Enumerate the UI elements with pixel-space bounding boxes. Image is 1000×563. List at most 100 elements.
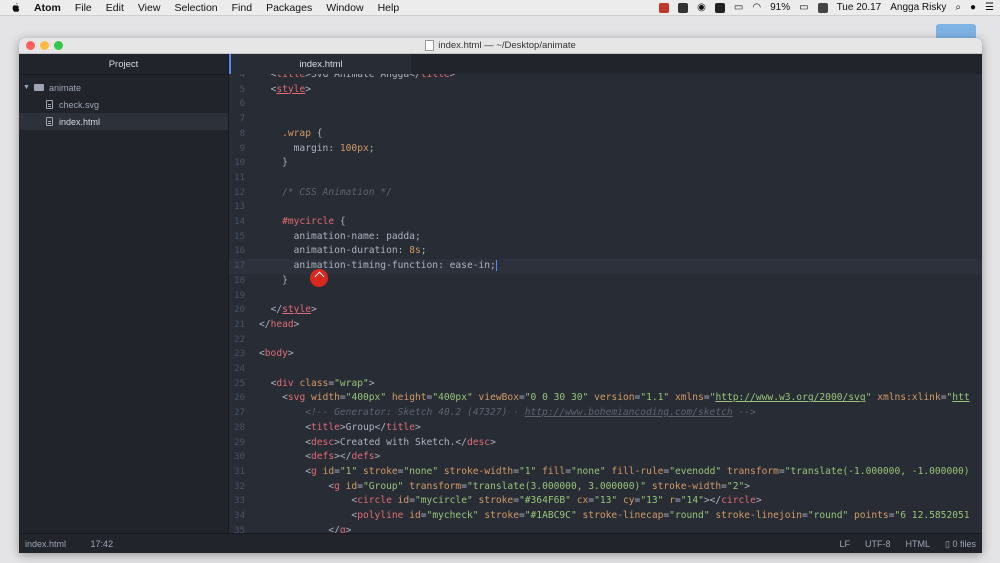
code-text[interactable]: .wrap { (259, 127, 322, 142)
code-text[interactable]: <polyline id="mycheck" stroke="#1ABC9C" … (259, 509, 969, 524)
zoom-window-button[interactable] (54, 41, 63, 50)
code-text[interactable]: <circle id="mycircle" stroke="#364F6B" c… (259, 494, 761, 509)
wifi-icon[interactable]: ◠ (752, 2, 761, 13)
file-icon (46, 117, 53, 126)
user-name[interactable]: Angga Risky (890, 2, 946, 13)
status-cursor-position[interactable]: 17:42 (91, 539, 114, 549)
menu-packages[interactable]: Packages (266, 2, 312, 14)
code-line[interactable]: 34 <polyline id="mycheck" stroke="#1ABC9… (229, 509, 982, 524)
code-line[interactable]: 15 animation-name: padda; (229, 230, 982, 245)
dropbox-icon[interactable] (714, 2, 725, 13)
code-line[interactable]: 26 <svg width="400px" height="400px" vie… (229, 391, 982, 406)
eye-icon[interactable]: ◉ (697, 2, 706, 13)
code-line[interactable]: 32 <g id="Group" transform="translate(3.… (229, 480, 982, 495)
menu-file[interactable]: File (75, 2, 92, 14)
code-line[interactable]: 12 /* CSS Animation */ (229, 186, 982, 201)
code-line[interactable]: 22 (229, 333, 982, 348)
code-text[interactable]: <div class="wrap"> (259, 377, 375, 392)
menu-view[interactable]: View (138, 2, 161, 14)
code-line[interactable]: 17 animation-timing-function: ease-in; (229, 259, 982, 274)
status-encoding[interactable]: UTF-8 (865, 539, 891, 550)
code-text[interactable]: } (259, 274, 288, 289)
record-icon[interactable] (659, 2, 670, 13)
screen-icon[interactable] (678, 2, 689, 13)
code-line[interactable]: 33 <circle id="mycircle" stroke="#364F6B… (229, 494, 982, 509)
code-line[interactable]: 16 animation-duration: 8s; (229, 244, 982, 259)
code-text[interactable]: /* CSS Animation */ (259, 186, 392, 201)
code-line[interactable]: 19 (229, 289, 982, 304)
status-line-ending[interactable]: LF (840, 539, 851, 550)
code-text[interactable]: <body> (259, 347, 294, 362)
code-line[interactable]: 30 <defs></defs> (229, 450, 982, 465)
code-text[interactable]: } (259, 156, 288, 171)
code-line[interactable]: 18 } (229, 274, 982, 289)
code-text[interactable]: </head> (259, 318, 299, 333)
apple-icon[interactable] (10, 2, 22, 14)
chevron-down-icon[interactable]: ▼ (23, 84, 31, 91)
code-line[interactable]: 7 (229, 112, 982, 127)
code-line[interactable]: 25 <div class="wrap"> (229, 377, 982, 392)
menu-help[interactable]: Help (378, 2, 400, 14)
menu-window[interactable]: Window (326, 2, 363, 14)
tree-file-index-html[interactable]: index.html (19, 113, 228, 130)
menu-selection[interactable]: Selection (174, 2, 217, 14)
window-titlebar[interactable]: index.html — ~/Desktop/animate (19, 38, 982, 54)
code-line[interactable]: 31 <g id="1" stroke="none" stroke-width=… (229, 465, 982, 480)
code-text[interactable]: </style> (259, 303, 317, 318)
code-line[interactable]: 23 <body> (229, 347, 982, 362)
code-line[interactable]: 28 <title>Group</title> (229, 421, 982, 436)
code-line[interactable]: 8 .wrap { (229, 127, 982, 142)
line-number: 33 (234, 496, 245, 507)
siri-icon[interactable]: ● (970, 2, 976, 13)
code-line[interactable]: 5 <style> (229, 83, 982, 98)
code-text[interactable]: animation-timing-function: ease-in; (259, 259, 497, 274)
code-line[interactable]: 4 <title>SVG Animate Angga</title> (229, 74, 982, 83)
code-line[interactable]: 21 </head> (229, 318, 982, 333)
code-text[interactable]: #mycircle { (259, 215, 346, 230)
code-text[interactable]: </g> (259, 524, 351, 533)
status-git-files[interactable]: ▯ 0 files (945, 539, 976, 550)
code-line[interactable]: 6 (229, 97, 982, 112)
spotlight-search-icon[interactable]: ⌕ (955, 2, 961, 13)
tab-index-html[interactable]: index.html (229, 54, 411, 74)
code-text[interactable]: <!-- Generator: Sketch 40.2 (47327) - ht… (259, 406, 756, 421)
code-line[interactable]: 11 (229, 171, 982, 186)
code-text[interactable]: <title>Group</title> (259, 421, 421, 436)
code-line[interactable]: 14 #mycircle { (229, 215, 982, 230)
status-file-name[interactable]: index.html (25, 539, 66, 549)
code-line[interactable]: 29 <desc>Created with Sketch.</desc> (229, 436, 982, 451)
code-text[interactable]: <svg width="400px" height="400px" viewBo… (259, 391, 970, 406)
project-panel-header[interactable]: Project (19, 54, 228, 75)
code-editor[interactable]: 4 <title>SVG Animate Angga</title> 5 <sty… (229, 74, 982, 533)
code-line[interactable]: 20 </style> (229, 303, 982, 318)
code-text[interactable]: <style> (259, 83, 311, 98)
notification-center-icon[interactable]: ☰ (985, 2, 994, 13)
code-text[interactable]: <defs></defs> (259, 450, 380, 465)
code-line[interactable]: 13 (229, 200, 982, 215)
menu-find[interactable]: Find (232, 2, 252, 14)
code-text[interactable]: <g id="1" stroke="none" stroke-width="1"… (259, 465, 969, 480)
close-window-button[interactable] (26, 41, 35, 50)
battery-icon[interactable]: ▭ (799, 2, 808, 13)
clock[interactable]: Tue 20.17 (837, 2, 882, 13)
minimize-window-button[interactable] (40, 41, 49, 50)
code-line[interactable]: 35 </g> (229, 524, 982, 533)
code-text[interactable]: animation-duration: 8s; (259, 244, 427, 259)
airplay-icon[interactable]: ▭ (734, 2, 743, 13)
tree-folder-animate[interactable]: ▼ animate (19, 79, 228, 96)
git-file-icon: ▯ (945, 539, 950, 549)
tree-file-check-svg[interactable]: check.svg (19, 96, 228, 113)
input-source-icon[interactable] (817, 2, 828, 13)
menu-edit[interactable]: Edit (106, 2, 124, 14)
status-grammar[interactable]: HTML (906, 539, 931, 550)
code-text[interactable]: margin: 100px; (259, 142, 375, 157)
code-text[interactable]: animation-name: padda; (259, 230, 421, 245)
menu-app-name[interactable]: Atom (34, 2, 61, 14)
code-text[interactable]: <desc>Created with Sketch.</desc> (259, 436, 496, 451)
code-line[interactable]: 27 <!-- Generator: Sketch 40.2 (47327) -… (229, 406, 982, 421)
code-line[interactable]: 10 } (229, 156, 982, 171)
code-text[interactable]: <g id="Group" transform="translate(3.000… (259, 480, 750, 495)
code-line[interactable]: 9 margin: 100px; (229, 142, 982, 157)
code-line[interactable]: 24 (229, 362, 982, 377)
code-text[interactable]: <title>SVG Animate Angga</title> (259, 74, 456, 83)
